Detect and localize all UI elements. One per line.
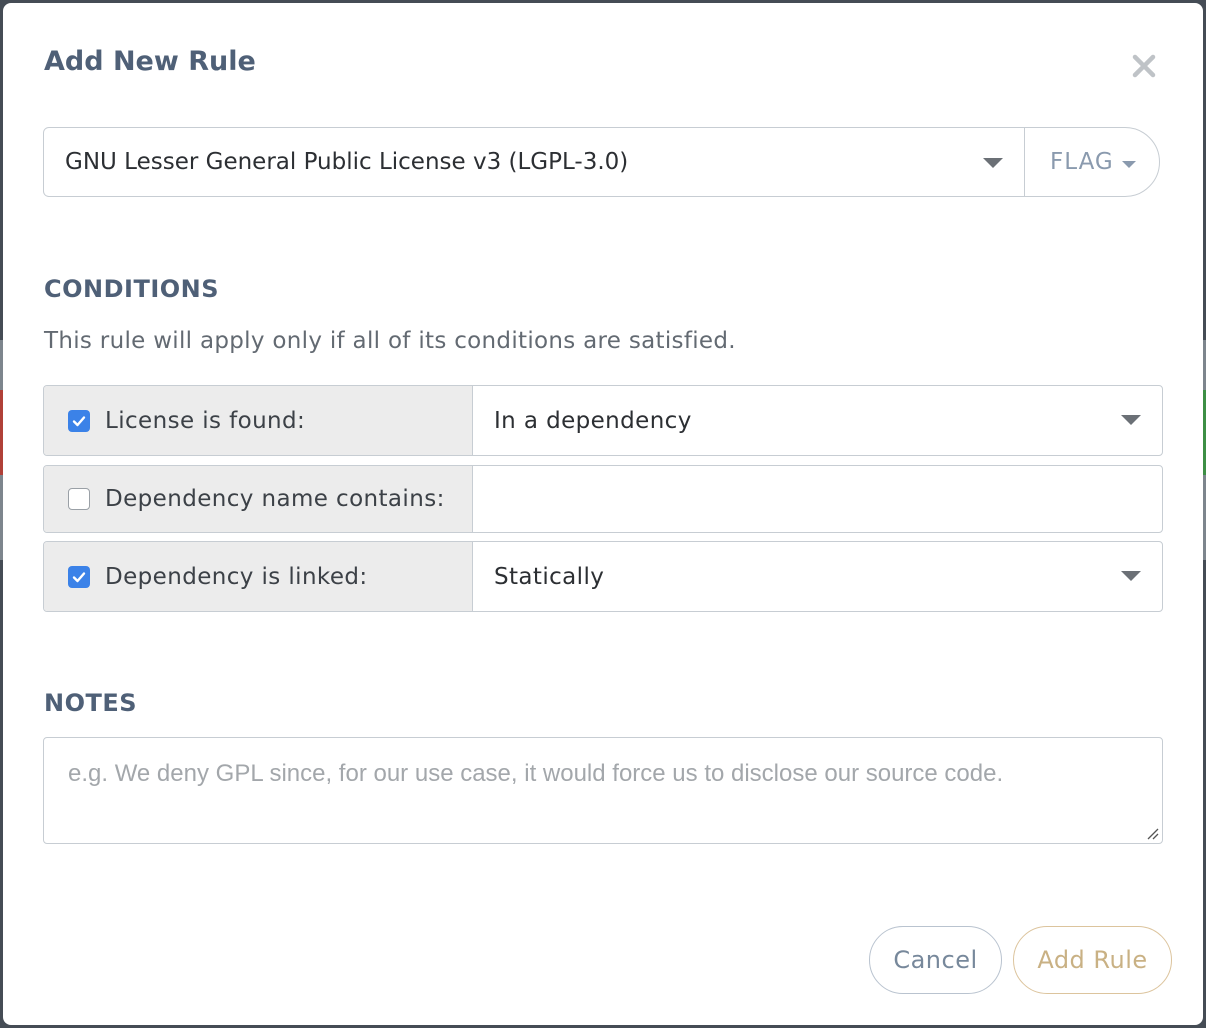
rule-action-label: FLAG <box>1050 149 1114 175</box>
condition-label: Dependency name contains: <box>105 486 445 512</box>
chevron-down-icon <box>1121 160 1136 168</box>
dependency-name-input[interactable] <box>473 466 1162 532</box>
condition-toggle-dependency-name[interactable]: Dependency name contains: <box>44 466 473 532</box>
license-select[interactable]: GNU Lesser General Public License v3 (LG… <box>44 128 1024 196</box>
condition-label: Dependency is linked: <box>105 563 368 590</box>
condition-value: In a dependency <box>494 407 692 434</box>
notes-heading: NOTES <box>44 689 138 717</box>
cancel-button[interactable]: Cancel <box>869 926 1002 994</box>
chevron-down-icon <box>1121 415 1141 425</box>
add-rule-modal: Add New Rule GNU Lesser General Public L… <box>3 3 1203 1025</box>
conditions-help-text: This rule will apply only if all of its … <box>44 328 736 354</box>
close-icon[interactable] <box>1129 51 1159 81</box>
checkbox-checked-icon[interactable] <box>68 409 90 432</box>
conditions-heading: CONDITIONS <box>44 275 220 303</box>
condition-row-license-found: License is found: In a dependency <box>43 385 1163 456</box>
condition-label: License is found: <box>105 407 306 434</box>
license-select-value: GNU Lesser General Public License v3 (LG… <box>65 149 629 175</box>
notes-placeholder: e.g. We deny GPL since, for our use case… <box>68 760 1004 787</box>
checkbox-checked-icon[interactable] <box>68 565 90 588</box>
resize-handle-icon[interactable] <box>1145 826 1159 840</box>
condition-row-dependency-linked: Dependency is linked: Statically <box>43 541 1163 612</box>
dependency-linked-select[interactable]: Statically <box>473 542 1162 611</box>
notes-textarea[interactable]: e.g. We deny GPL since, for our use case… <box>43 737 1163 844</box>
license-rule-selector: GNU Lesser General Public License v3 (LG… <box>43 127 1160 197</box>
chevron-down-icon <box>983 158 1003 168</box>
modal-title: Add New Rule <box>44 46 256 77</box>
chevron-down-icon <box>1121 571 1141 581</box>
condition-toggle-license-found[interactable]: License is found: <box>44 386 473 455</box>
license-found-select[interactable]: In a dependency <box>473 386 1162 455</box>
condition-toggle-dependency-linked[interactable]: Dependency is linked: <box>44 542 473 611</box>
rule-action-dropdown[interactable]: FLAG <box>1024 128 1159 196</box>
checkbox-unchecked-icon[interactable] <box>68 488 90 510</box>
add-rule-button[interactable]: Add Rule <box>1013 926 1172 994</box>
condition-value: Statically <box>494 563 605 590</box>
condition-row-dependency-name: Dependency name contains: <box>43 465 1163 533</box>
